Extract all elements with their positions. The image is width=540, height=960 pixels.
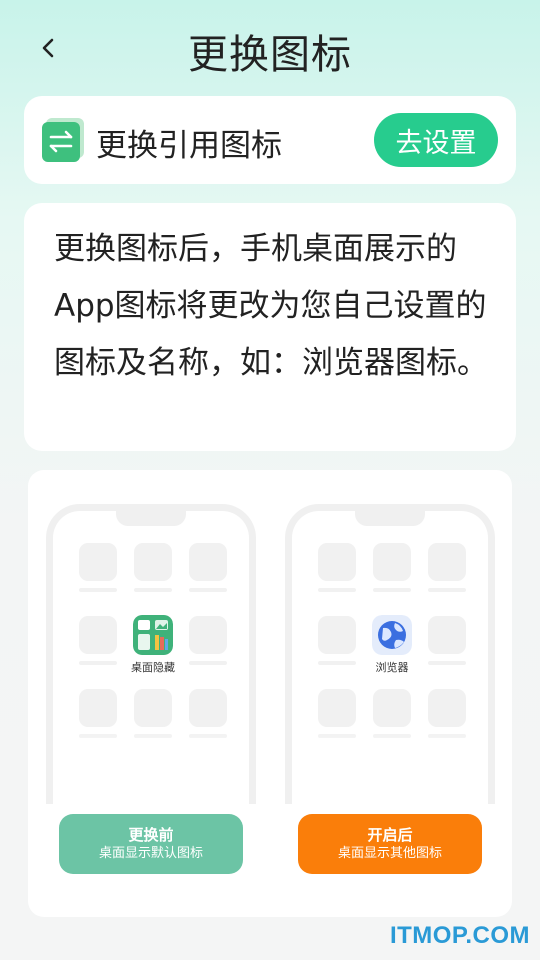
app-tile-placeholder (318, 616, 356, 654)
app-tile-placeholder (134, 689, 172, 727)
app-tile-placeholder (318, 689, 356, 727)
phone-notch (355, 511, 425, 526)
after-change-badge: 开启后 桌面显示其他图标 (298, 814, 482, 874)
tile-label-placeholder (428, 734, 466, 738)
preview-card: 桌面隐藏 浏览器 更换前 桌面显示默认图标 开启后 桌面显示其他图标 (28, 470, 512, 917)
tile-label-placeholder (428, 661, 466, 665)
tile-label-placeholder (79, 661, 117, 665)
page-title: 更换图标 (188, 32, 352, 78)
app-tile-placeholder (134, 543, 172, 581)
go-settings-button[interactable]: 去设置 (374, 113, 498, 167)
phone-notch (116, 511, 186, 526)
app-tile-placeholder (373, 543, 411, 581)
browser-globe-icon (372, 615, 412, 655)
app-tile-placeholder (79, 616, 117, 654)
tile-label-placeholder (428, 588, 466, 592)
app-tile-placeholder (428, 543, 466, 581)
tile-label-placeholder (134, 588, 172, 592)
tile-label-placeholder (318, 661, 356, 665)
phone-mockup-before: 桌面隐藏 (46, 504, 256, 804)
app-label-after: 浏览器 (375, 661, 409, 674)
before-change-badge: 更换前 桌面显示默认图标 (59, 814, 243, 874)
swap-arrows-icon (42, 118, 86, 162)
after-title: 开启后 (367, 826, 413, 844)
phone-mockup-after: 浏览器 (285, 504, 495, 804)
tile-label-placeholder (318, 588, 356, 592)
tile-label-placeholder (134, 734, 172, 738)
before-subtitle: 桌面显示默认图标 (98, 846, 203, 861)
change-icon-card: 更换引用图标 去设置 (24, 96, 516, 184)
tile-label-placeholder (79, 734, 117, 738)
app-tile-placeholder (428, 689, 466, 727)
after-subtitle: 桌面显示其他图标 (337, 846, 442, 861)
app-tile-placeholder (189, 689, 227, 727)
header: 更换图标 (0, 0, 540, 96)
app-label-before: 桌面隐藏 (131, 661, 175, 674)
desktop-hide-app-icon (133, 615, 173, 655)
app-tile-placeholder (373, 689, 411, 727)
description-text: 更换图标后，手机桌面展示的App图标将更改为您自己设置的图标及名称，如：浏览器图… (54, 231, 488, 381)
tile-label-placeholder (373, 734, 411, 738)
app-tile-placeholder (428, 616, 466, 654)
description-card: 更换图标后，手机桌面展示的App图标将更改为您自己设置的图标及名称，如：浏览器图… (24, 203, 516, 451)
tile-label-placeholder (189, 734, 227, 738)
app-tile-placeholder (189, 543, 227, 581)
tile-label-placeholder (79, 588, 117, 592)
app-tile-placeholder (79, 543, 117, 581)
tile-label-placeholder (318, 734, 356, 738)
app-tile-placeholder (318, 543, 356, 581)
watermark: ITMOP.COM (389, 922, 530, 949)
app-tile-placeholder (79, 689, 117, 727)
tile-label-placeholder (189, 588, 227, 592)
app-tile-placeholder (189, 616, 227, 654)
tile-label-placeholder (189, 661, 227, 665)
before-title: 更换前 (128, 826, 174, 844)
change-icon-label: 更换引用图标 (96, 128, 282, 164)
tile-label-placeholder (373, 588, 411, 592)
